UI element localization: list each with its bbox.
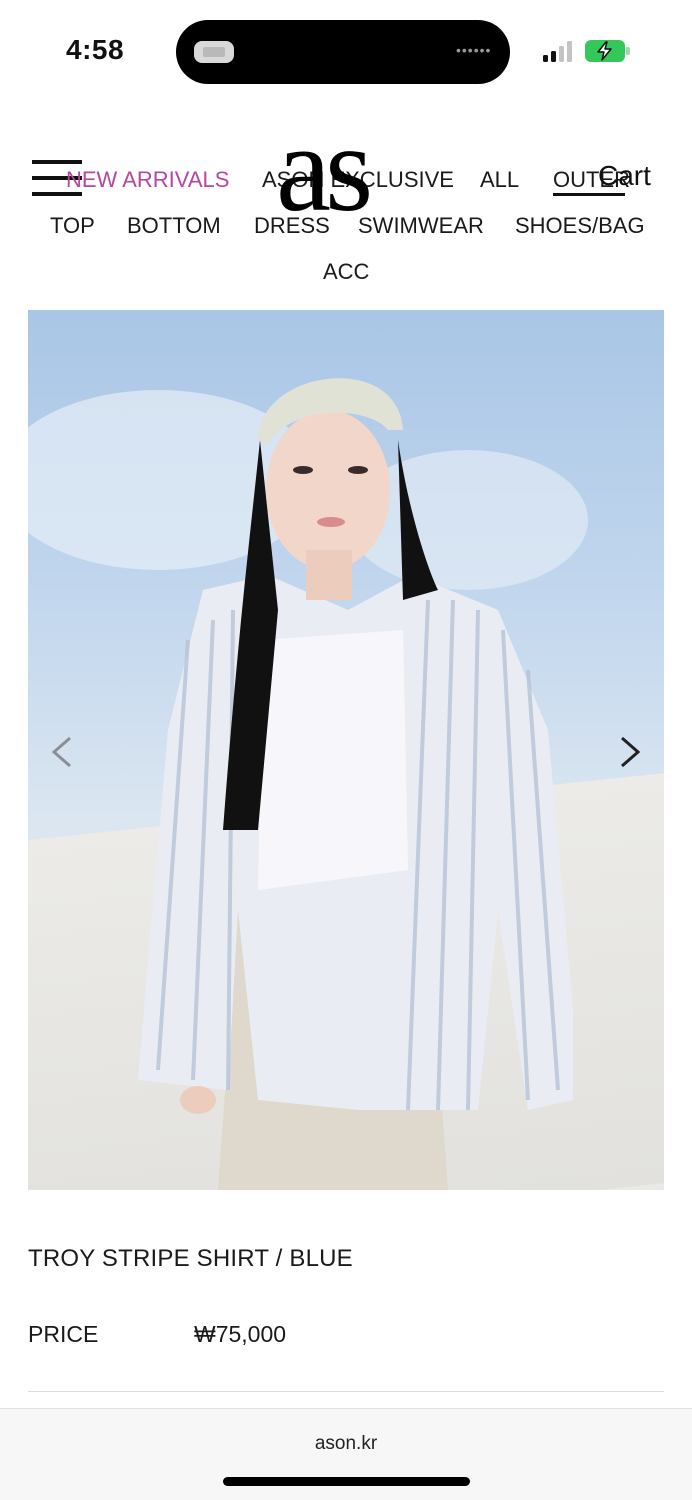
brand-logo[interactable]: as [276,107,373,231]
status-bar: 4:58 •••••• [0,0,692,100]
cart-link[interactable]: Cart [598,160,651,192]
nav-swimwear[interactable]: SWIMWEAR [358,213,484,239]
nav-outer-underline [553,193,625,196]
nav-shoes-bag[interactable]: SHOES/BAG [515,213,645,239]
battery-charging-icon [585,40,631,62]
chevron-left-icon[interactable] [42,730,86,774]
status-time: 4:58 [66,34,125,65]
model-figure [28,378,588,1190]
nav-dress[interactable]: DRESS [254,213,330,239]
product-image[interactable] [28,310,664,1190]
nav-new-arrivals[interactable]: NEW ARRIVALS [66,167,229,193]
nav-top[interactable]: TOP [50,213,95,239]
product-title: TROY STRIPE SHIRT / BLUE [28,1245,353,1272]
nav-all[interactable]: ALL [480,167,519,193]
chevron-right-icon[interactable] [608,730,652,774]
section-divider [28,1391,664,1392]
nav-bottom[interactable]: BOTTOM [127,213,221,239]
browser-address-bar[interactable]: ason.kr [0,1408,692,1500]
island-dots: •••••• [456,42,492,58]
nav-acc[interactable]: ACC [323,259,369,285]
url-text[interactable]: ason.kr [0,1433,692,1455]
site-header: NEW ARRIVALS ASON EXCLUSIVE ALL OUTER as… [0,100,692,300]
dynamic-island: •••••• [176,20,510,84]
price-label: PRICE [28,1321,99,1347]
island-activity-icon [194,41,234,63]
home-indicator[interactable] [223,1477,470,1486]
price-value: ₩75,000 [194,1321,287,1347]
cellular-signal-icon [543,40,575,62]
